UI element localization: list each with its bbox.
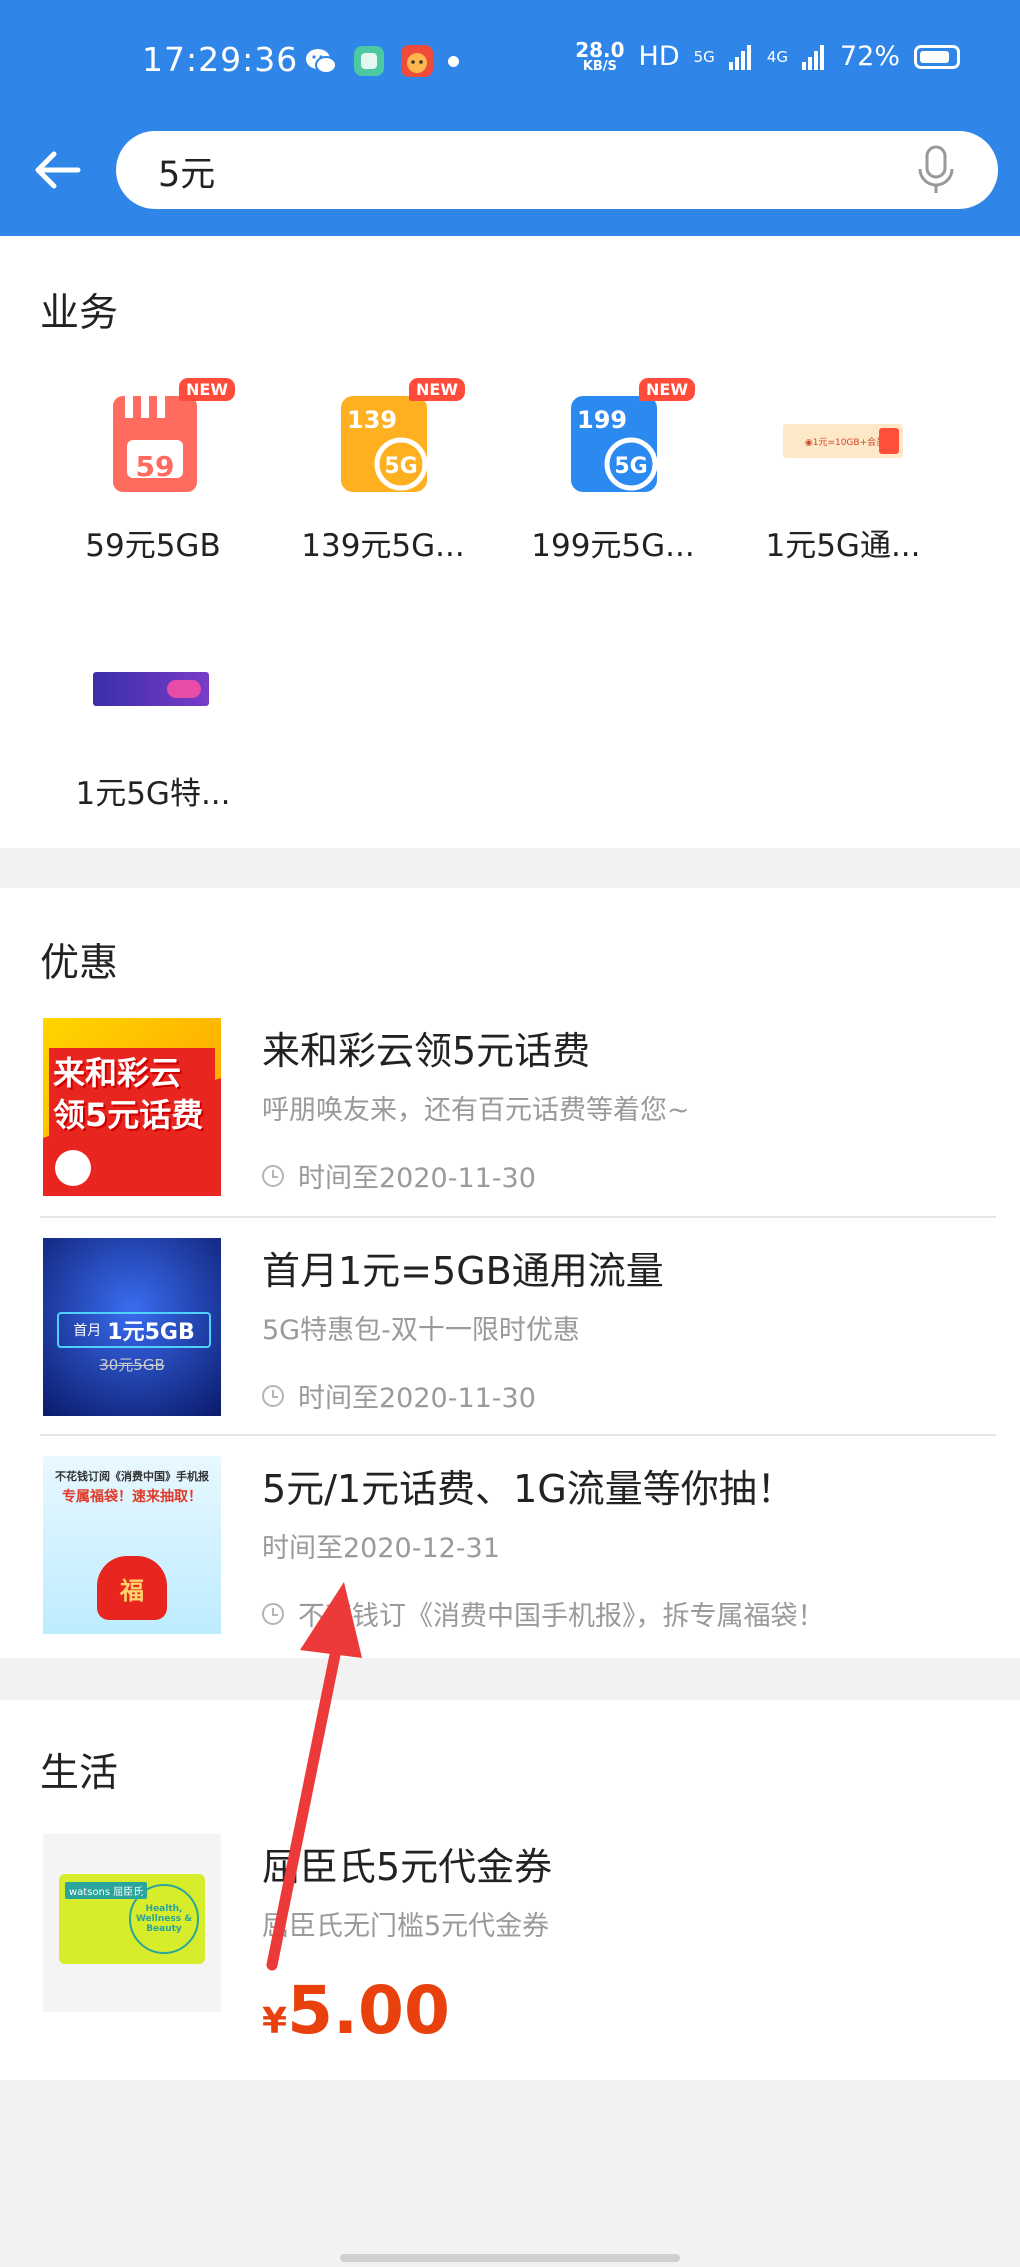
hd-label: HD <box>638 41 680 72</box>
voucher-price: ¥5.00 <box>262 1972 450 2049</box>
thumb-main: 1元5GB <box>107 1320 195 1345</box>
app-icon <box>354 46 384 76</box>
battery-icon <box>914 44 960 69</box>
voucher-subtitle: 屈臣氏无门槛5元代金券 <box>262 1911 550 1942</box>
icon-text: 59 <box>135 450 175 483</box>
business-item-199[interactable]: 5G 199 NEW 199元5G... <box>498 378 728 565</box>
promo-banner-icon: ◉1元=10GB+会员 <box>783 382 903 502</box>
status-bar: 17:29:36 28.0 KB/S HD 5G 4G 72% <box>0 0 1020 128</box>
network-speed: 28.0 KB/S <box>575 40 624 73</box>
thumb-prefix: 首月 <box>73 1323 102 1339</box>
divider <box>40 1216 996 1218</box>
life-section: 生活 watsons 屈臣氏 Health, Wellness & Beauty… <box>0 1700 1020 2080</box>
search-input[interactable] <box>156 145 860 197</box>
speed-value: 28.0 <box>575 38 625 62</box>
speed-unit: KB/S <box>582 59 617 74</box>
life-title: 生活 <box>40 1751 119 1796</box>
offer-thumbnail: 首月 1元5GB 30元5GB <box>43 1238 221 1416</box>
game-icon <box>401 45 433 77</box>
notification-icons <box>304 44 459 78</box>
battery-percent: 72% <box>839 41 900 72</box>
business-title: 业务 <box>40 291 119 336</box>
offer-item[interactable]: 不花钱订阅《消费中国》手机报 专属福袋！速来抽取！ 福 5元/1元话费、1G流量… <box>0 1446 1020 1666</box>
offer-title: 5元/1元话费、1G流量等你抽！ <box>262 1467 795 1511</box>
offer-meta: 时间至2020-11-30 <box>262 1376 536 1415</box>
more-notifications-dot <box>448 55 459 67</box>
icon-text: 139 <box>347 406 398 434</box>
offer-time: 时间至2020-11-30 <box>298 1383 536 1414</box>
net2-label: 4G <box>766 47 788 66</box>
home-indicator[interactable] <box>340 2254 680 2262</box>
sim-59-icon: 59 NEW <box>93 378 235 502</box>
card-circle-text: Health, Wellness & Beauty <box>129 1884 199 1954</box>
offer-time: 不花钱订《消费中国手机报》，拆专属福袋！ <box>298 1601 825 1632</box>
back-arrow-icon[interactable] <box>30 142 86 198</box>
app-header: 17:29:36 28.0 KB/S HD 5G 4G 72% 5元 <box>0 0 1020 236</box>
offer-item[interactable]: 首月 1元5GB 30元5GB 首月1元=5GB通用流量 5G特惠包-双十一限时… <box>0 1228 1020 1448</box>
business-item-label: 59元5GB <box>85 528 221 564</box>
offer-meta: 不花钱订《消费中国手机报》，拆专属福袋！ <box>262 1594 825 1633</box>
life-item[interactable]: watsons 屈臣氏 Health, Wellness & Beauty 屈臣… <box>0 1824 1020 2054</box>
wechat-icon <box>306 49 337 74</box>
sim-199-icon: 5G 199 NEW <box>553 378 695 502</box>
svg-text:5G: 5G <box>614 454 647 479</box>
offers-section: 优惠 来和彩云 领5元话费 来和彩云领5元话费 呼朋唤友来，还有百元话费等着您~… <box>0 888 1020 1658</box>
price-value: 5.00 <box>287 1972 450 2049</box>
thumb-price-box: 首月 1元5GB <box>57 1312 211 1348</box>
lucky-bag-icon: 福 <box>97 1556 167 1620</box>
icon-text: 199 <box>577 406 628 434</box>
offer-subtitle: 5G特惠包-双十一限时优惠 <box>262 1315 580 1346</box>
promo-banner-icon <box>93 630 213 750</box>
business-section: 业务 59 NEW 59元5GB 5G 139 NEW 139元5G... 5G… <box>0 236 1020 848</box>
mini-banner: ◉1元=10GB+会员 <box>783 424 903 458</box>
business-item-1yuan-5g-tong[interactable]: ◉1元=10GB+会员 1元5G通... <box>728 382 958 565</box>
search-bar[interactable] <box>116 131 998 209</box>
sim-139-icon: 5G 139 NEW <box>323 378 465 502</box>
business-item-label: 199元5G... <box>531 528 695 564</box>
card-brand: watsons 屈臣氏 <box>65 1882 148 1899</box>
gift-icon <box>879 428 899 454</box>
offer-title: 来和彩云领5元话费 <box>262 1029 591 1073</box>
business-item-59[interactable]: 59 NEW 59元5GB <box>38 378 268 565</box>
clock-icon <box>262 1164 284 1187</box>
new-badge: NEW <box>409 378 465 401</box>
new-badge: NEW <box>639 378 695 401</box>
offer-thumbnail: 不花钱订阅《消费中国》手机报 专属福袋！速来抽取！ 福 <box>43 1456 221 1634</box>
status-time: 17:29:36 <box>142 40 299 79</box>
offer-item[interactable]: 来和彩云 领5元话费 来和彩云领5元话费 呼朋唤友来，还有百元话费等着您~ 时间… <box>0 1008 1020 1228</box>
voucher-title: 屈臣氏5元代金券 <box>262 1845 553 1889</box>
new-badge: NEW <box>179 378 235 401</box>
business-item-label: 139元5G... <box>301 528 465 564</box>
watsons-card: watsons 屈臣氏 Health, Wellness & Beauty <box>59 1874 205 1964</box>
business-item-1yuan-5g-te[interactable]: 1元5G特... <box>38 630 268 813</box>
offer-subtitle: 时间至2020-12-31 <box>262 1533 500 1564</box>
signal-icon <box>728 44 751 70</box>
offers-title: 优惠 <box>40 941 119 986</box>
thumb-line2: 专属福袋！速来抽取！ <box>62 1489 202 1505</box>
voucher-thumbnail: watsons 屈臣氏 Health, Wellness & Beauty <box>43 1834 221 2012</box>
business-item-139[interactable]: 5G 139 NEW 139元5G... <box>268 378 498 565</box>
business-item-label: 1元5G通... <box>765 528 921 564</box>
thumb-text: 来和彩云 领5元话费 <box>49 1048 215 1140</box>
net1-label: 5G <box>693 47 715 66</box>
price-symbol: ¥ <box>262 2001 288 2042</box>
microphone-icon[interactable] <box>914 145 958 195</box>
offer-time: 时间至2020-11-30 <box>298 1163 536 1194</box>
thumb-strike: 30元5GB <box>99 1356 165 1374</box>
clock-icon <box>262 1384 284 1407</box>
mini-banner-button <box>167 680 201 698</box>
status-right: 28.0 KB/S HD 5G 4G 72% <box>575 40 960 73</box>
offer-title: 首月1元=5GB通用流量 <box>262 1249 664 1293</box>
business-item-label: 1元5G特... <box>75 776 231 812</box>
offer-meta: 时间至2020-11-30 <box>262 1156 536 1195</box>
signal-icon-2 <box>801 44 824 70</box>
offer-subtitle: 呼朋唤友来，还有百元话费等着您~ <box>262 1095 690 1126</box>
divider <box>40 1434 996 1436</box>
mini-banner <box>93 672 209 706</box>
clock-icon <box>262 1602 284 1625</box>
svg-text:5G: 5G <box>384 454 417 479</box>
thumb-line1: 不花钱订阅《消费中国》手机报 <box>55 1470 209 1483</box>
offer-thumbnail: 来和彩云 领5元话费 <box>43 1018 221 1196</box>
